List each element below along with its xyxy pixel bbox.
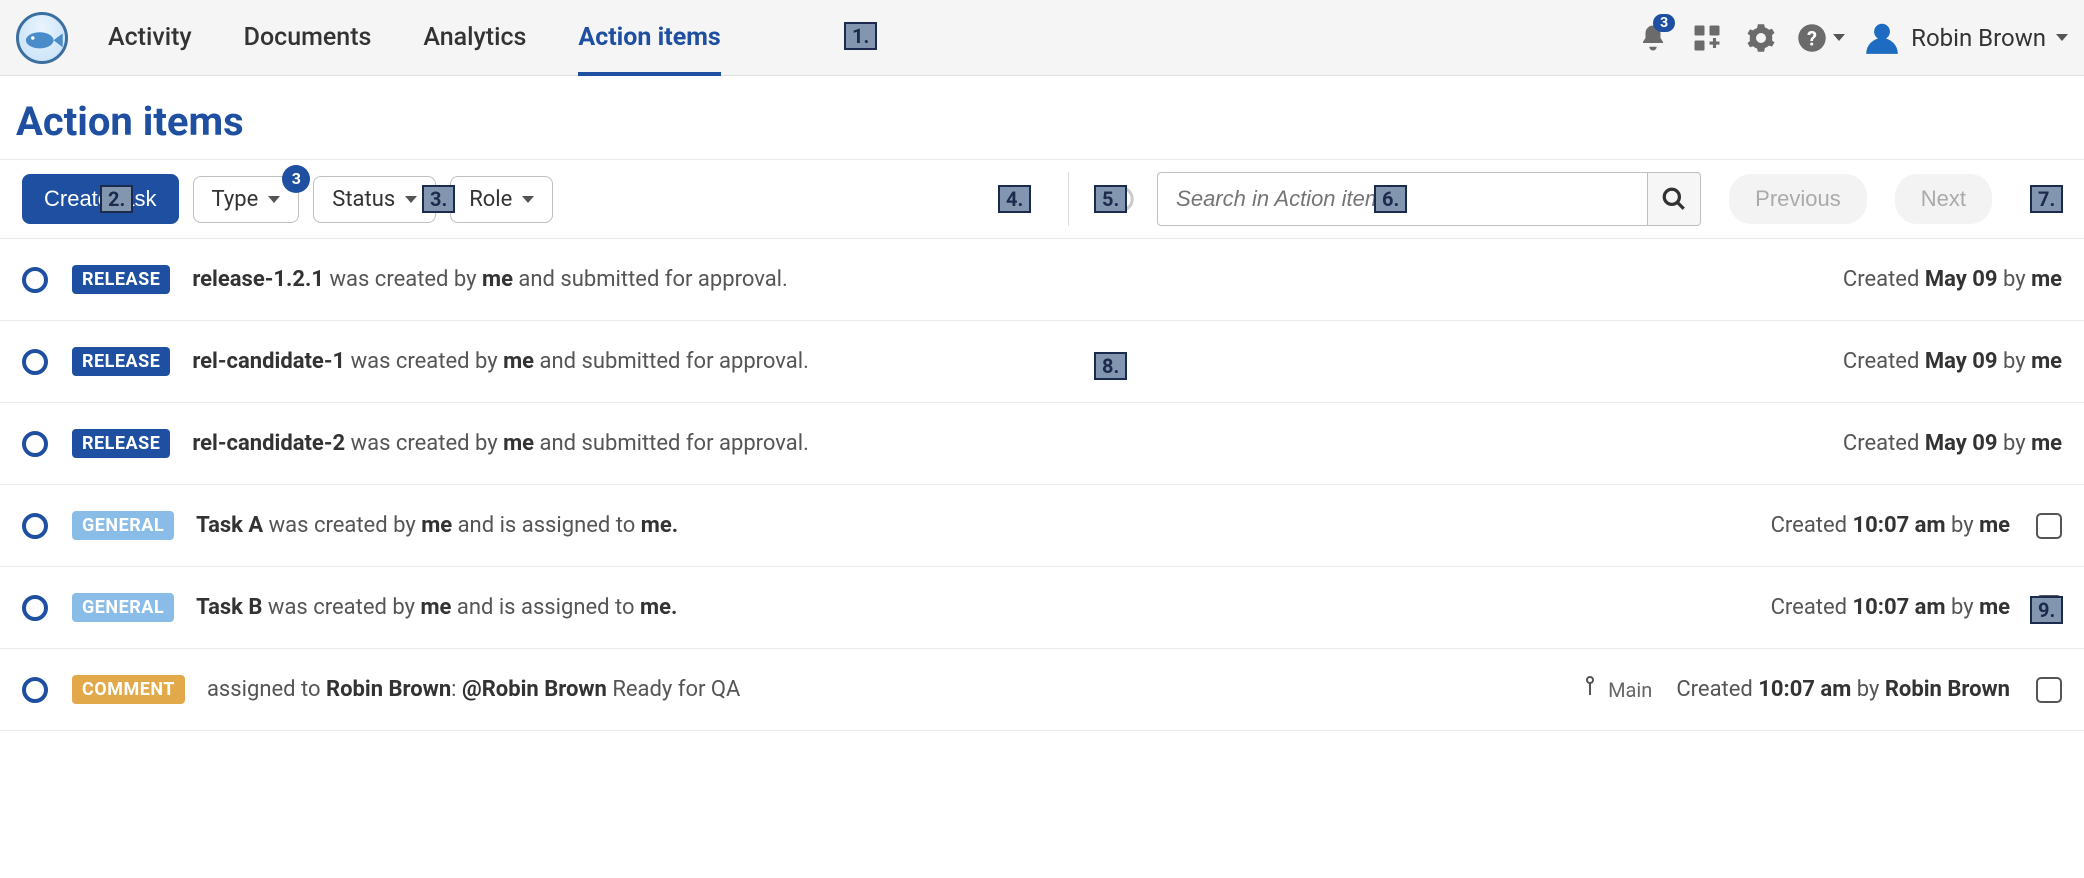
status-circle-icon[interactable] xyxy=(22,431,48,457)
marker-7: 7. xyxy=(2030,185,2063,213)
branch-label: Main xyxy=(1608,678,1652,702)
settings-button[interactable] xyxy=(1743,20,1779,56)
item-description: rel-candidate-2 was created by me and su… xyxy=(192,431,1843,456)
item-meta: Created 10:07 am by me xyxy=(1771,595,2062,621)
search-button[interactable] xyxy=(1647,172,1701,226)
svg-text:?: ? xyxy=(1807,26,1817,50)
action-item-list: RELEASE release-1.2.1 was created by me a… xyxy=(0,239,2084,731)
item-description: assigned to Robin Brown: @Robin Brown Re… xyxy=(207,677,1582,702)
gear-icon xyxy=(1746,23,1776,53)
status-circle-icon[interactable] xyxy=(22,595,48,621)
apps-icon xyxy=(1692,23,1722,53)
marker-3: 3. xyxy=(422,185,455,213)
caret-down-icon xyxy=(522,196,534,203)
type-badge: GENERAL xyxy=(72,511,174,540)
item-description: rel-candidate-1 was created by me and su… xyxy=(192,349,1843,374)
nav-tab-action-items[interactable]: Action items xyxy=(578,0,720,75)
marker-2: 2. xyxy=(100,185,133,213)
type-badge: GENERAL xyxy=(72,593,174,622)
page-title: Action items xyxy=(0,76,2084,159)
action-item-row[interactable]: RELEASE rel-candidate-2 was created by me… xyxy=(0,403,2084,485)
status-circle-icon[interactable] xyxy=(22,349,48,375)
toolbar: Create task Type 3 Status Role Previous … xyxy=(0,159,2084,239)
user-name: Robin Brown xyxy=(1911,24,2046,52)
type-badge: RELEASE xyxy=(72,429,170,458)
marker-1: 1. xyxy=(844,22,877,50)
divider xyxy=(1068,172,1069,226)
nav-tab-analytics[interactable]: Analytics xyxy=(423,0,526,75)
caret-down-icon xyxy=(405,196,417,203)
marker-6: 6. xyxy=(1374,185,1407,213)
action-item-row[interactable]: GENERAL Task B was created by me and is a… xyxy=(0,567,2084,649)
top-nav: Activity Documents Analytics Action item… xyxy=(0,0,2084,76)
caret-down-icon xyxy=(1833,34,1845,41)
filter-status-dropdown[interactable]: Status xyxy=(313,176,436,223)
filter-type-dropdown[interactable]: Type 3 xyxy=(193,176,300,223)
avatar-icon xyxy=(1863,19,1901,57)
action-item-row[interactable]: RELEASE rel-candidate-1 was created by me… xyxy=(0,321,2084,403)
created-text: Created 10:07 am by me xyxy=(1771,513,2010,538)
help-button[interactable]: ? xyxy=(1797,20,1845,56)
item-meta: Created 10:07 am by me xyxy=(1771,513,2062,539)
filter-status-label: Status xyxy=(332,187,395,212)
item-meta: Created May 09 by me xyxy=(1843,349,2062,374)
marker-4: 4. xyxy=(998,185,1031,213)
previous-button[interactable]: Previous xyxy=(1729,174,1867,224)
status-circle-icon[interactable] xyxy=(22,513,48,539)
filter-type-count: 3 xyxy=(282,165,310,193)
action-item-row[interactable]: RELEASE release-1.2.1 was created by me a… xyxy=(0,239,2084,321)
notifications-button[interactable]: 3 xyxy=(1635,20,1671,56)
action-item-row[interactable]: COMMENT assigned to Robin Brown: @Robin B… xyxy=(0,649,2084,731)
complete-checkbox[interactable] xyxy=(2036,677,2062,703)
topnav-right: 3 ? Robin Brown xyxy=(1635,19,2068,57)
type-badge: RELEASE xyxy=(72,265,170,294)
created-text: Created May 09 by me xyxy=(1843,267,2062,292)
item-meta: Main Created 10:07 am by Robin Brown xyxy=(1582,676,2062,704)
fish-icon xyxy=(19,15,65,61)
caret-down-icon xyxy=(2056,34,2068,41)
notifications-count: 3 xyxy=(1653,14,1675,32)
nav-tab-activity[interactable]: Activity xyxy=(108,0,192,75)
next-button[interactable]: Next xyxy=(1895,174,1992,224)
apps-button[interactable] xyxy=(1689,20,1725,56)
user-menu[interactable]: Robin Brown xyxy=(1863,19,2068,57)
status-circle-icon[interactable] xyxy=(22,677,48,703)
marker-5: 5. xyxy=(1094,185,1127,213)
search xyxy=(1157,172,1701,226)
nav-tabs: Activity Documents Analytics Action item… xyxy=(108,0,721,75)
nav-tab-documents[interactable]: Documents xyxy=(244,0,372,75)
marker-9: 9. xyxy=(2030,596,2063,624)
type-badge: RELEASE xyxy=(72,347,170,376)
item-description: Task B was created by me and is assigned… xyxy=(196,595,1770,620)
filter-role-label: Role xyxy=(469,187,512,212)
marker-8: 8. xyxy=(1094,352,1127,380)
search-icon xyxy=(1661,186,1687,212)
help-icon: ? xyxy=(1797,23,1827,53)
item-description: release-1.2.1 was created by me and subm… xyxy=(192,267,1843,292)
branch-icon xyxy=(1582,676,1598,704)
created-text: Created May 09 by me xyxy=(1843,349,2062,374)
item-meta: Created May 09 by me xyxy=(1843,267,2062,292)
created-text: Created 10:07 am by me xyxy=(1771,595,2010,620)
type-badge: COMMENT xyxy=(72,675,185,704)
filter-role-dropdown[interactable]: Role xyxy=(450,176,553,223)
created-text: Created 10:07 am by Robin Brown xyxy=(1676,677,2010,702)
item-meta: Created May 09 by me xyxy=(1843,431,2062,456)
created-text: Created May 09 by me xyxy=(1843,431,2062,456)
complete-checkbox[interactable] xyxy=(2036,513,2062,539)
app-logo[interactable] xyxy=(16,12,68,64)
item-description: Task A was created by me and is assigned… xyxy=(196,513,1770,538)
caret-down-icon xyxy=(268,196,280,203)
action-item-row[interactable]: GENERAL Task A was created by me and is a… xyxy=(0,485,2084,567)
status-circle-icon[interactable] xyxy=(22,267,48,293)
filter-type-label: Type xyxy=(212,187,259,212)
